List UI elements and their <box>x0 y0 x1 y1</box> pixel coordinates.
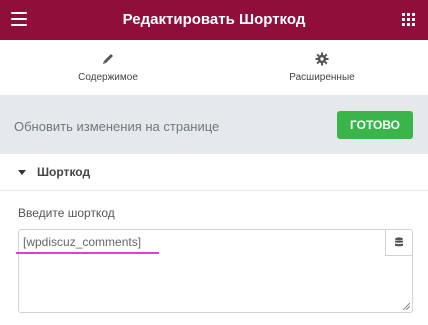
tab-content-label: Содержимое <box>78 72 138 83</box>
section-title: Шорткод <box>37 165 91 179</box>
shortcode-section: Шорткод Введите шорткод [wpdiscuz_commen… <box>0 154 428 325</box>
update-bar: Обновить изменения на странице ГОТОВО <box>0 95 428 154</box>
resize-handle-icon[interactable] <box>402 302 410 310</box>
tab-advanced[interactable]: Расширенные <box>216 40 428 95</box>
tab-advanced-label: Расширенные <box>289 72 355 83</box>
shortcode-field-label: Введите шорткод <box>18 206 115 220</box>
section-header[interactable]: Шорткод <box>0 154 428 191</box>
dynamic-tags-button[interactable] <box>385 230 412 256</box>
update-message: Обновить изменения на странице <box>14 119 220 134</box>
pencil-icon <box>101 52 115 66</box>
done-button[interactable]: ГОТОВО <box>337 111 413 139</box>
panel-title: Редактировать Шорткод <box>122 11 306 28</box>
widgets-grid-icon[interactable] <box>402 13 415 26</box>
caret-down-icon <box>18 170 26 175</box>
gear-icon <box>315 52 329 66</box>
tab-content[interactable]: Содержимое <box>0 40 216 95</box>
editor-header: Редактировать Шорткод <box>0 0 428 40</box>
database-icon <box>395 237 403 247</box>
shortcode-input[interactable]: [wpdiscuz_comments] <box>19 230 385 312</box>
shortcode-field: [wpdiscuz_comments] <box>18 229 413 313</box>
panel-tabs: Содержимое Расширенные <box>0 40 428 135</box>
highlight-underline <box>16 252 159 254</box>
